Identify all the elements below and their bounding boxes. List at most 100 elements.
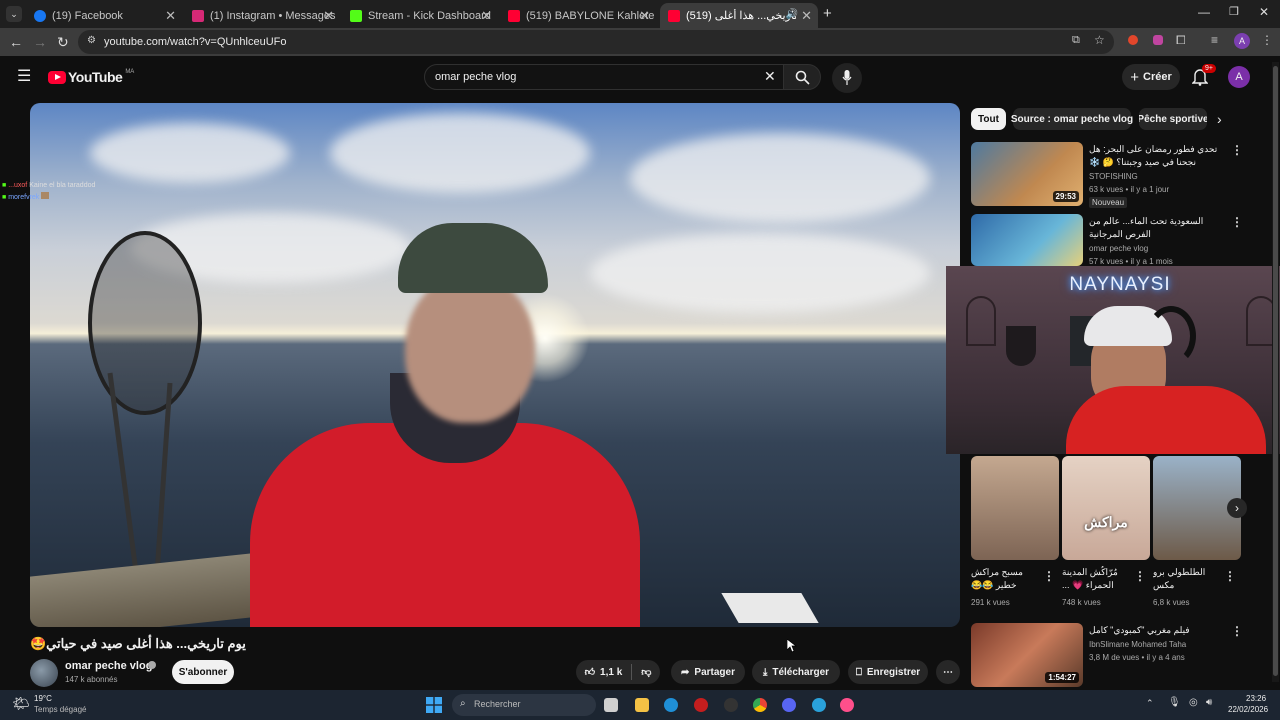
- search-input[interactable]: omar peche vlog ✕: [424, 64, 784, 90]
- clock-time[interactable]: 23:26: [1246, 694, 1266, 703]
- extension-icon[interactable]: [1128, 35, 1138, 45]
- dislike-button[interactable]: 👎︎: [641, 666, 651, 678]
- profile-avatar[interactable]: A: [1234, 33, 1250, 49]
- new-tab-button[interactable]: +: [823, 5, 832, 22]
- plus-icon: +: [1130, 68, 1139, 86]
- chip-all[interactable]: Tout: [971, 108, 1006, 130]
- youtube-logo[interactable]: YouTube MA: [48, 69, 134, 85]
- short-title[interactable]: مُرّاكُش المدينة الحمراء 💗 ...: [1062, 566, 1128, 592]
- share-button[interactable]: ➦ Partager: [671, 660, 745, 684]
- app-icon[interactable]: [840, 698, 854, 712]
- network-icon[interactable]: ◎: [1189, 697, 1198, 708]
- reload-icon[interactable]: ↻: [57, 34, 69, 51]
- close-tab-icon[interactable]: ✕: [165, 8, 176, 24]
- short-views: 6,8 k vues: [1153, 598, 1190, 607]
- reading-list-icon[interactable]: ≡: [1211, 33, 1218, 47]
- more-vertical-icon[interactable]: ⋮: [1043, 569, 1055, 583]
- restore-icon[interactable]: ❐: [1229, 5, 1239, 18]
- tray-chevron-icon[interactable]: ⌃: [1146, 698, 1154, 709]
- clock-date[interactable]: 22/02/2026: [1228, 705, 1268, 714]
- more-vertical-icon[interactable]: ⋮: [1134, 569, 1146, 583]
- chat-message: ■ ...uxof Kaine el bla taraddod: [2, 182, 96, 189]
- file-explorer-icon[interactable]: [635, 698, 649, 712]
- channel-name[interactable]: omar peche vlog: [65, 660, 152, 672]
- extensions-puzzle-icon[interactable]: ⧠: [1176, 33, 1186, 48]
- browser-menu-icon[interactable]: ⋮: [1261, 33, 1273, 47]
- tab-youtube-babylone[interactable]: (519) BABYLONE Kahlete Laïyoun ✕: [500, 3, 656, 28]
- bookmark-star-icon[interactable]: ☆: [1094, 33, 1105, 47]
- short-thumbnail[interactable]: مراكش: [1062, 456, 1150, 560]
- more-vertical-icon[interactable]: ⋮: [1224, 569, 1236, 583]
- recommendation-channel[interactable]: STOFISHING: [1089, 172, 1138, 181]
- video-player[interactable]: [30, 103, 960, 627]
- notification-badge: 9+: [1202, 64, 1216, 73]
- tab-facebook[interactable]: (19) Facebook ✕: [26, 3, 182, 28]
- close-tab-icon[interactable]: ✕: [801, 8, 812, 24]
- more-vertical-icon[interactable]: ⋮: [1231, 624, 1243, 638]
- speaker-icon[interactable]: 🔊: [786, 9, 798, 20]
- windows-start-icon[interactable]: [426, 697, 442, 713]
- tab-search-chevron-icon[interactable]: ⌄: [6, 6, 22, 22]
- chrome-icon[interactable]: [753, 698, 767, 712]
- site-info-icon[interactable]: ⚙: [87, 35, 96, 46]
- short-title[interactable]: مسبح مراكش خطير 😂😂: [971, 566, 1037, 592]
- chip-source[interactable]: Source : omar peche vlog: [1011, 108, 1133, 130]
- app-icon[interactable]: [724, 698, 738, 712]
- taskbar-search-box[interactable]: ⌕ Rechercher: [452, 694, 596, 716]
- notifications-button[interactable]: 9+: [1191, 64, 1216, 91]
- more-actions-button[interactable]: ⋯: [936, 660, 960, 684]
- kick-icon: [350, 9, 362, 22]
- tab-kick[interactable]: Stream - Kick Dashboard ✕: [342, 3, 498, 28]
- edge-icon[interactable]: [664, 698, 678, 712]
- recommendation-title[interactable]: فيلم مغربي "كمبودي" كامل: [1089, 624, 1221, 638]
- scrollbar-thumb[interactable]: [1273, 66, 1278, 676]
- more-vertical-icon[interactable]: ⋮: [1231, 143, 1243, 157]
- recommendation-thumbnail[interactable]: 1:54:27: [971, 623, 1083, 687]
- create-button[interactable]: + Créer: [1122, 64, 1180, 90]
- minimize-icon[interactable]: —: [1198, 5, 1210, 19]
- recommendation-title[interactable]: السعودية تحت الماء... عالم من الفرص المر…: [1089, 215, 1221, 241]
- recommendation-channel[interactable]: IbnSlimane Mohamed Taha: [1089, 640, 1186, 649]
- chevron-right-icon[interactable]: ›: [1217, 111, 1222, 127]
- shorts-next-button[interactable]: ›: [1227, 498, 1247, 518]
- chat-text: Kaine el bla taraddod: [29, 182, 96, 189]
- forward-arrow-icon[interactable]: →: [33, 34, 47, 50]
- close-tab-icon[interactable]: ✕: [481, 8, 492, 24]
- close-window-icon[interactable]: ✕: [1259, 5, 1269, 19]
- volume-icon[interactable]: 🔊︎: [1206, 697, 1212, 708]
- like-count: 1,1 k: [600, 666, 623, 678]
- telegram-icon[interactable]: [812, 698, 826, 712]
- recommendation-thumbnail[interactable]: 29:53: [971, 142, 1083, 206]
- close-tab-icon[interactable]: ✕: [639, 8, 650, 24]
- account-avatar[interactable]: A: [1228, 66, 1250, 88]
- channel-avatar[interactable]: [30, 659, 58, 687]
- install-app-icon[interactable]: ⧉: [1072, 34, 1080, 47]
- tab-instagram[interactable]: (1) Instagram • Messages ✕: [184, 3, 340, 28]
- short-thumbnail[interactable]: [971, 456, 1059, 560]
- clear-search-icon[interactable]: ✕: [764, 68, 776, 85]
- download-button[interactable]: ⤓ Télécharger: [752, 660, 840, 684]
- chip-peche-sportive[interactable]: Pêche sportive: [1139, 108, 1207, 130]
- like-button[interactable]: 👍︎ 1,1 k: [585, 666, 623, 679]
- search-button[interactable]: [783, 64, 821, 90]
- more-vertical-icon[interactable]: ⋮: [1231, 215, 1243, 229]
- discord-icon[interactable]: [782, 698, 796, 712]
- recommendation-channel[interactable]: omar peche vlog: [1089, 244, 1148, 253]
- recommendation-thumbnail[interactable]: [971, 214, 1083, 266]
- close-tab-icon[interactable]: ✕: [323, 8, 334, 24]
- short-title[interactable]: الطلطولي برو مكس: [1153, 566, 1219, 592]
- voice-search-button[interactable]: [832, 63, 862, 93]
- subscribe-button[interactable]: S'abonner: [172, 660, 234, 684]
- task-view-icon[interactable]: [604, 698, 618, 712]
- recommendation-title[interactable]: تحدي فطور رمضان على البحر: هل نجحنا في ص…: [1089, 143, 1221, 169]
- address-bar[interactable]: ⚙ youtube.com/watch?v=QUnhlceuUFo ⧉ ☆: [78, 30, 1114, 54]
- save-button[interactable]: ⎕ Enregistrer: [848, 660, 928, 684]
- app-icon[interactable]: [694, 698, 708, 712]
- back-arrow-icon[interactable]: ←: [9, 34, 23, 50]
- page-scrollbar[interactable]: [1272, 62, 1279, 682]
- region-code: MA: [125, 69, 135, 75]
- mic-tray-icon[interactable]: 🎙︎: [1168, 697, 1181, 708]
- tab-youtube-active[interactable]: (519) يوم تاريخي... هذا أغلى 🔊 ✕: [660, 3, 818, 28]
- extension-icon[interactable]: [1153, 35, 1163, 45]
- hamburger-menu-icon[interactable]: ☰: [17, 66, 31, 86]
